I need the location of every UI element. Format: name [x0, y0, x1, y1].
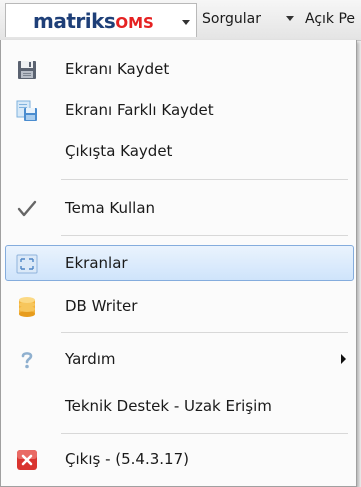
exit-icon	[16, 449, 38, 471]
logo-text-matriks: matriks	[33, 9, 116, 33]
save-as-icon	[16, 100, 38, 122]
menu-item-save-screen-as[interactable]: Ekranı Farklı Kaydet	[2, 92, 352, 128]
menu-item-label: Ekranı Kaydet	[65, 60, 170, 78]
menu-item-db-writer[interactable]: DB Writer	[2, 288, 352, 324]
help-icon	[16, 349, 38, 371]
menu-item-label: Ekranlar	[65, 254, 128, 272]
floppy-disk-icon	[16, 59, 38, 81]
matriks-oms-logo: matriksOMS	[33, 9, 154, 33]
menu-item-label: Teknik Destek - Uzak Erişim	[65, 397, 272, 415]
menu-item-help[interactable]: Yardım	[2, 341, 352, 377]
menu-item-label: Yardım	[65, 350, 116, 368]
screens-icon	[16, 253, 38, 275]
menu-item-use-theme[interactable]: Tema Kullan	[2, 190, 352, 226]
menu-item-label: Çıkış - (5.4.3.17)	[65, 450, 189, 468]
menu-item-save-on-exit[interactable]: Çıkışta Kaydet	[2, 133, 352, 169]
menu-separator	[61, 433, 348, 434]
chevron-down-icon	[286, 16, 294, 21]
dropdown-menu: Ekranı Kaydet Ekranı Farklı Kaydet Çıkış…	[0, 40, 357, 487]
logo-text-oms: OMS	[115, 14, 154, 32]
menu-item-screens[interactable]: Ekranlar	[5, 245, 354, 281]
menu-item-exit[interactable]: Çıkış - (5.4.3.17)	[2, 441, 352, 477]
menu-item-save-screen[interactable]: Ekranı Kaydet	[2, 51, 352, 87]
menu-item-label: Ekranı Farklı Kaydet	[65, 101, 214, 119]
menu-sorgular[interactable]: Sorgular	[202, 11, 261, 27]
menu-item-label: Çıkışta Kaydet	[65, 142, 173, 160]
submenu-arrow-icon	[341, 354, 346, 364]
chevron-down-icon	[182, 20, 190, 25]
matriks-oms-menu-button[interactable]: matriksOMS	[5, 3, 197, 37]
menu-item-label: DB Writer	[65, 297, 138, 315]
checkmark-icon	[16, 198, 38, 220]
menu-acik-pozisyonlar[interactable]: Açık Pe	[305, 11, 355, 27]
menu-separator	[61, 179, 348, 180]
menu-separator	[61, 332, 348, 333]
database-icon	[16, 296, 38, 318]
menu-separator	[61, 235, 348, 236]
menu-item-technical-support[interactable]: Teknik Destek - Uzak Erişim	[2, 388, 352, 424]
top-menu-bar: matriksOMS Sorgular Açık Pe	[0, 0, 361, 41]
menu-item-label: Tema Kullan	[65, 199, 156, 217]
